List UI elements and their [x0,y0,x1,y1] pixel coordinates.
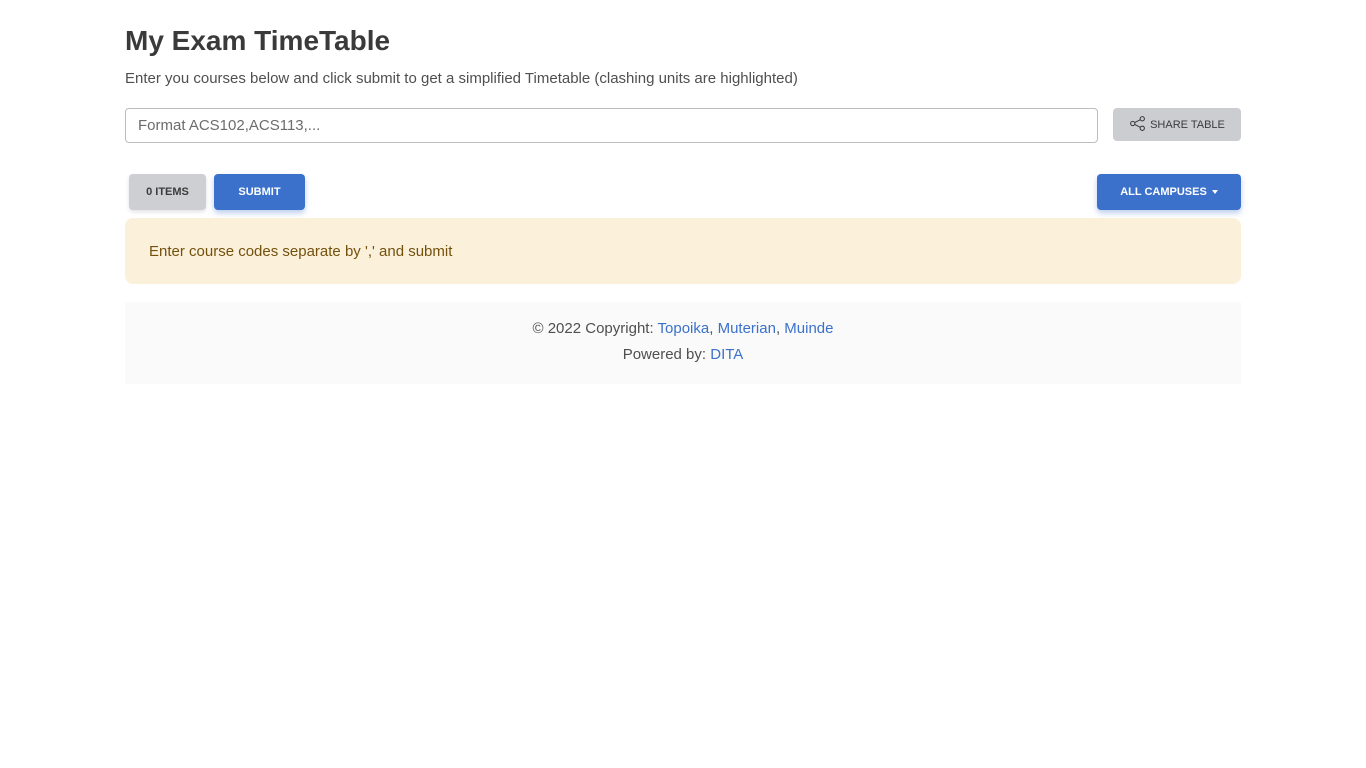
dita-link[interactable]: DITA [710,346,743,363]
submit-button[interactable]: SUBMIT [214,174,305,210]
footer: © 2022 Copyright: Topoika, Muterian, Mui… [125,302,1241,384]
caret-down-icon [1211,190,1218,194]
author-link-topoika[interactable]: Topoika [658,320,710,337]
author-separator: , [709,320,714,337]
items-count-button[interactable]: 0 ITEMS [129,174,206,210]
powered-by-line: Powered by: DITA [125,346,1241,364]
campus-dropdown-label: ALL CAMPUSES [1120,186,1207,198]
page-subtitle: Enter you courses below and click submit… [125,70,798,87]
course-codes-input[interactable] [125,108,1098,143]
alert-message: Enter course codes separate by ',' and s… [149,242,453,260]
campus-dropdown-button[interactable]: ALL CAMPUSES [1097,174,1241,210]
author-separator: , [775,320,781,337]
share-table-button[interactable]: SHARE TABLE [1113,108,1241,141]
share-table-label: SHARE TABLE [1150,118,1225,131]
copyright-text: © 2022 Copyright: [532,320,654,337]
powered-by-text: Powered by: [622,346,707,363]
copyright-line: © 2022 Copyright: Topoika, Muterian, Mui… [125,320,1241,338]
page-title: My Exam TimeTable [125,25,391,56]
share-icon [1129,115,1146,135]
info-alert: Enter course codes separate by ',' and s… [125,218,1241,284]
author-link-muinde[interactable]: Muinde [784,320,833,337]
author-link-muterian[interactable]: Muterian [718,320,776,337]
